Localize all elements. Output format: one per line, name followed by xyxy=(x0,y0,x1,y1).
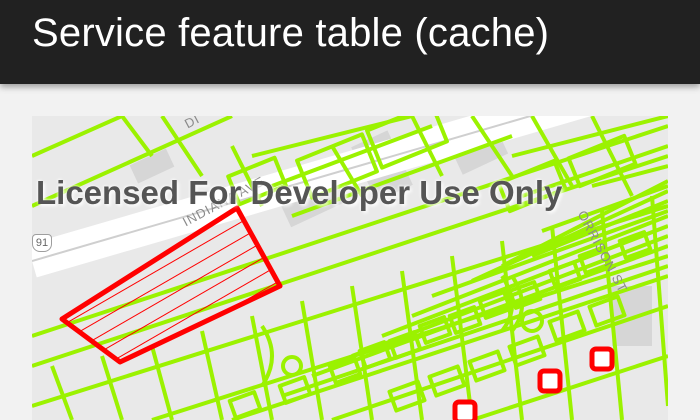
developer-watermark: Licensed For Developer Use Only xyxy=(36,174,563,211)
map-canvas[interactable] xyxy=(32,116,668,420)
map-view[interactable]: DI INDIANA AVE ORRISON ST 91 Licensed Fo… xyxy=(32,116,668,420)
route-shield-icon: 91 xyxy=(32,234,52,252)
app-title: Service feature table (cache) xyxy=(32,11,550,55)
app-bar: Service feature table (cache) xyxy=(0,0,700,84)
